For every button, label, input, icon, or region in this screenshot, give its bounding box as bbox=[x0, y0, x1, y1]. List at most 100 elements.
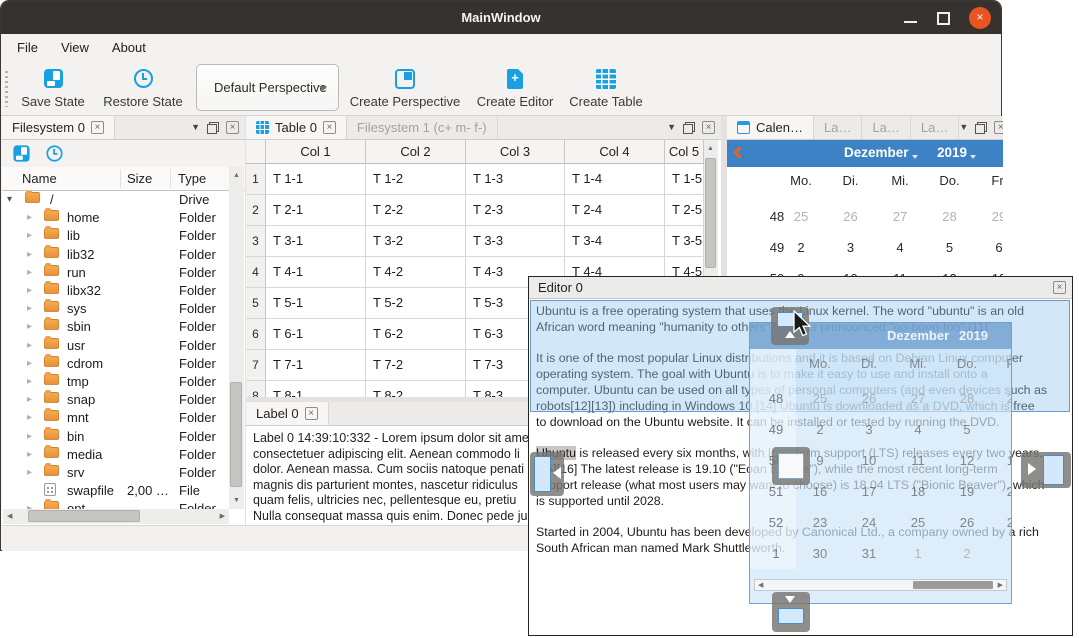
tree-row[interactable]: ▸libFolder bbox=[3, 227, 229, 246]
tree-item-name[interactable]: media bbox=[67, 447, 102, 462]
window-titlebar[interactable]: MainWindow × bbox=[1, 1, 1001, 34]
create-perspective-button[interactable]: Create Perspective bbox=[346, 65, 464, 112]
tree-item-name[interactable]: lib32 bbox=[67, 247, 94, 262]
restore-icon[interactable] bbox=[46, 145, 62, 161]
dock-close-icon[interactable]: × bbox=[702, 121, 715, 134]
tab-calendar[interactable]: Calen… bbox=[727, 116, 814, 139]
scrollbar-thumb[interactable] bbox=[230, 382, 242, 487]
tree-column-header[interactable]: Name bbox=[22, 171, 57, 186]
table-row-header[interactable]: 3 bbox=[246, 226, 266, 257]
calendar-day-cell[interactable]: 5 bbox=[946, 240, 953, 255]
table-cell[interactable]: T 6-2 bbox=[366, 319, 466, 350]
table-cell[interactable]: T 1-3 bbox=[466, 164, 565, 195]
table-row-header[interactable]: 7 bbox=[246, 350, 266, 381]
expander-icon[interactable]: ▸ bbox=[27, 431, 32, 442]
tree-column-header[interactable]: Type bbox=[178, 171, 206, 186]
dock-menu-icon[interactable]: ▼ bbox=[191, 123, 200, 132]
table-row-header[interactable]: 4 bbox=[246, 257, 266, 288]
tree-item-name[interactable]: sbin bbox=[67, 319, 91, 334]
create-editor-button[interactable]: Create Editor bbox=[468, 65, 562, 112]
tree-row[interactable]: ▸mediaFolder bbox=[3, 446, 229, 465]
close-icon[interactable]: × bbox=[969, 7, 991, 29]
tab-label-0[interactable]: Label 0 × bbox=[246, 402, 329, 425]
tree-row[interactable]: ▸optFolder bbox=[3, 500, 229, 509]
tree-row[interactable]: ▸tmpFolder bbox=[3, 373, 229, 392]
tree-item-name[interactable]: snap bbox=[67, 392, 95, 407]
vertical-scrollbar[interactable]: ▲ ▼ bbox=[229, 167, 244, 509]
toolbar-grip-handle[interactable] bbox=[5, 71, 8, 107]
tree-item-name[interactable]: run bbox=[67, 265, 86, 280]
tree-item-name[interactable]: srv bbox=[67, 465, 84, 480]
calendar-day-cell[interactable]: 25 bbox=[794, 209, 808, 224]
table-row-header[interactable]: 6 bbox=[246, 319, 266, 350]
expander-icon[interactable]: ▸ bbox=[27, 376, 32, 387]
expander-icon[interactable]: ▸ bbox=[27, 267, 32, 278]
scrollbar-thumb[interactable] bbox=[28, 510, 140, 522]
tab-label-2[interactable]: La… bbox=[862, 116, 910, 139]
expander-icon[interactable]: ▸ bbox=[27, 340, 32, 351]
maximize-icon[interactable] bbox=[937, 12, 950, 25]
tab-table-0[interactable]: Table 0× bbox=[246, 116, 347, 139]
menu-item-view[interactable]: View bbox=[57, 38, 93, 57]
table-row-header[interactable]: 5 bbox=[246, 288, 266, 319]
expander-icon[interactable]: ▸ bbox=[27, 321, 32, 332]
menu-item-file[interactable]: File bbox=[13, 38, 42, 57]
table-cell[interactable]: T 2-4 bbox=[565, 195, 665, 226]
save-icon[interactable] bbox=[13, 145, 29, 161]
tree-row[interactable]: ▸snapFolder bbox=[3, 391, 229, 410]
calendar-day-header[interactable]: Di. bbox=[843, 173, 859, 188]
tree-item-name[interactable]: opt bbox=[67, 501, 85, 509]
tree-item-name[interactable]: swapfile bbox=[67, 483, 114, 498]
tree-row[interactable]: ▸lib32Folder bbox=[3, 246, 229, 265]
calendar-day-header[interactable]: Mi. bbox=[891, 173, 908, 188]
restore-state-button[interactable]: Restore State bbox=[97, 65, 189, 112]
table-row-header[interactable]: 8 bbox=[246, 381, 266, 397]
tree-column-header[interactable]: Size bbox=[127, 171, 152, 186]
table-cell[interactable]: T 8-2 bbox=[366, 381, 466, 397]
table-cell[interactable]: T 1-4 bbox=[565, 164, 665, 195]
table-cell[interactable]: T 1-5 bbox=[665, 164, 704, 195]
table-cell[interactable]: T 4-1 bbox=[266, 257, 366, 288]
expander-icon[interactable]: ▸ bbox=[27, 467, 32, 478]
table-column-header[interactable]: Col 3 bbox=[466, 140, 565, 164]
table-column-header[interactable]: Col 2 bbox=[366, 140, 466, 164]
calendar-month[interactable]: Dezember bbox=[844, 145, 909, 160]
calendar-day-header[interactable]: Do. bbox=[939, 173, 959, 188]
dock-float-icon[interactable] bbox=[207, 122, 219, 134]
calendar-day-cell[interactable]: 6 bbox=[995, 240, 1002, 255]
calendar-day-cell[interactable]: 2 bbox=[797, 240, 804, 255]
column-separator[interactable] bbox=[120, 169, 121, 188]
tree-row[interactable]: ▸runFolder bbox=[3, 264, 229, 283]
tree-item-name[interactable]: libx32 bbox=[67, 283, 101, 298]
expander-icon[interactable]: ▸ bbox=[27, 230, 32, 241]
tree-item-name[interactable]: sys bbox=[67, 301, 87, 316]
tree-item-name[interactable]: cdrom bbox=[67, 356, 103, 371]
table-cell[interactable]: T 3-5 bbox=[665, 226, 704, 257]
tab-filesystem-1-c-m-f-[interactable]: Filesystem 1 (c+ m- f-) bbox=[347, 116, 498, 139]
dock-menu-icon[interactable]: ▼ bbox=[959, 123, 968, 132]
expander-icon[interactable]: ▸ bbox=[27, 412, 32, 423]
table-cell[interactable]: T 2-2 bbox=[366, 195, 466, 226]
editor-titlebar[interactable]: Editor 0 × bbox=[529, 277, 1072, 299]
tree-row[interactable]: ▸sbinFolder bbox=[3, 318, 229, 337]
tree-row[interactable]: ▸libx32Folder bbox=[3, 282, 229, 301]
table-cell[interactable]: T 6-1 bbox=[266, 319, 366, 350]
tab-label-3[interactable]: La… bbox=[911, 116, 959, 139]
tree-item-name[interactable]: home bbox=[67, 210, 100, 225]
table-cell[interactable]: T 1-2 bbox=[366, 164, 466, 195]
create-table-button[interactable]: Create Table bbox=[564, 65, 648, 112]
calendar-day-cell[interactable]: 4 bbox=[896, 240, 903, 255]
dock-close-icon[interactable]: × bbox=[994, 121, 1003, 134]
expander-icon[interactable]: ▸ bbox=[27, 303, 32, 314]
dock-float-icon[interactable] bbox=[975, 122, 987, 134]
table-column-header[interactable]: Col 4 bbox=[565, 140, 665, 164]
calendar-day-cell[interactable]: 28 bbox=[942, 209, 956, 224]
scroll-up-icon[interactable]: ▲ bbox=[707, 145, 714, 152]
expander-icon[interactable]: ▸ bbox=[27, 249, 32, 260]
perspective-dropdown[interactable]: Default Perspective bbox=[196, 64, 339, 111]
expander-icon[interactable]: ▸ bbox=[27, 449, 32, 460]
horizontal-scrollbar[interactable]: ◀ ▶ bbox=[3, 509, 229, 524]
calendar-day-cell[interactable]: 26 bbox=[843, 209, 857, 224]
tab-close-icon[interactable]: × bbox=[323, 121, 336, 134]
table-cell[interactable]: T 7-2 bbox=[366, 350, 466, 381]
